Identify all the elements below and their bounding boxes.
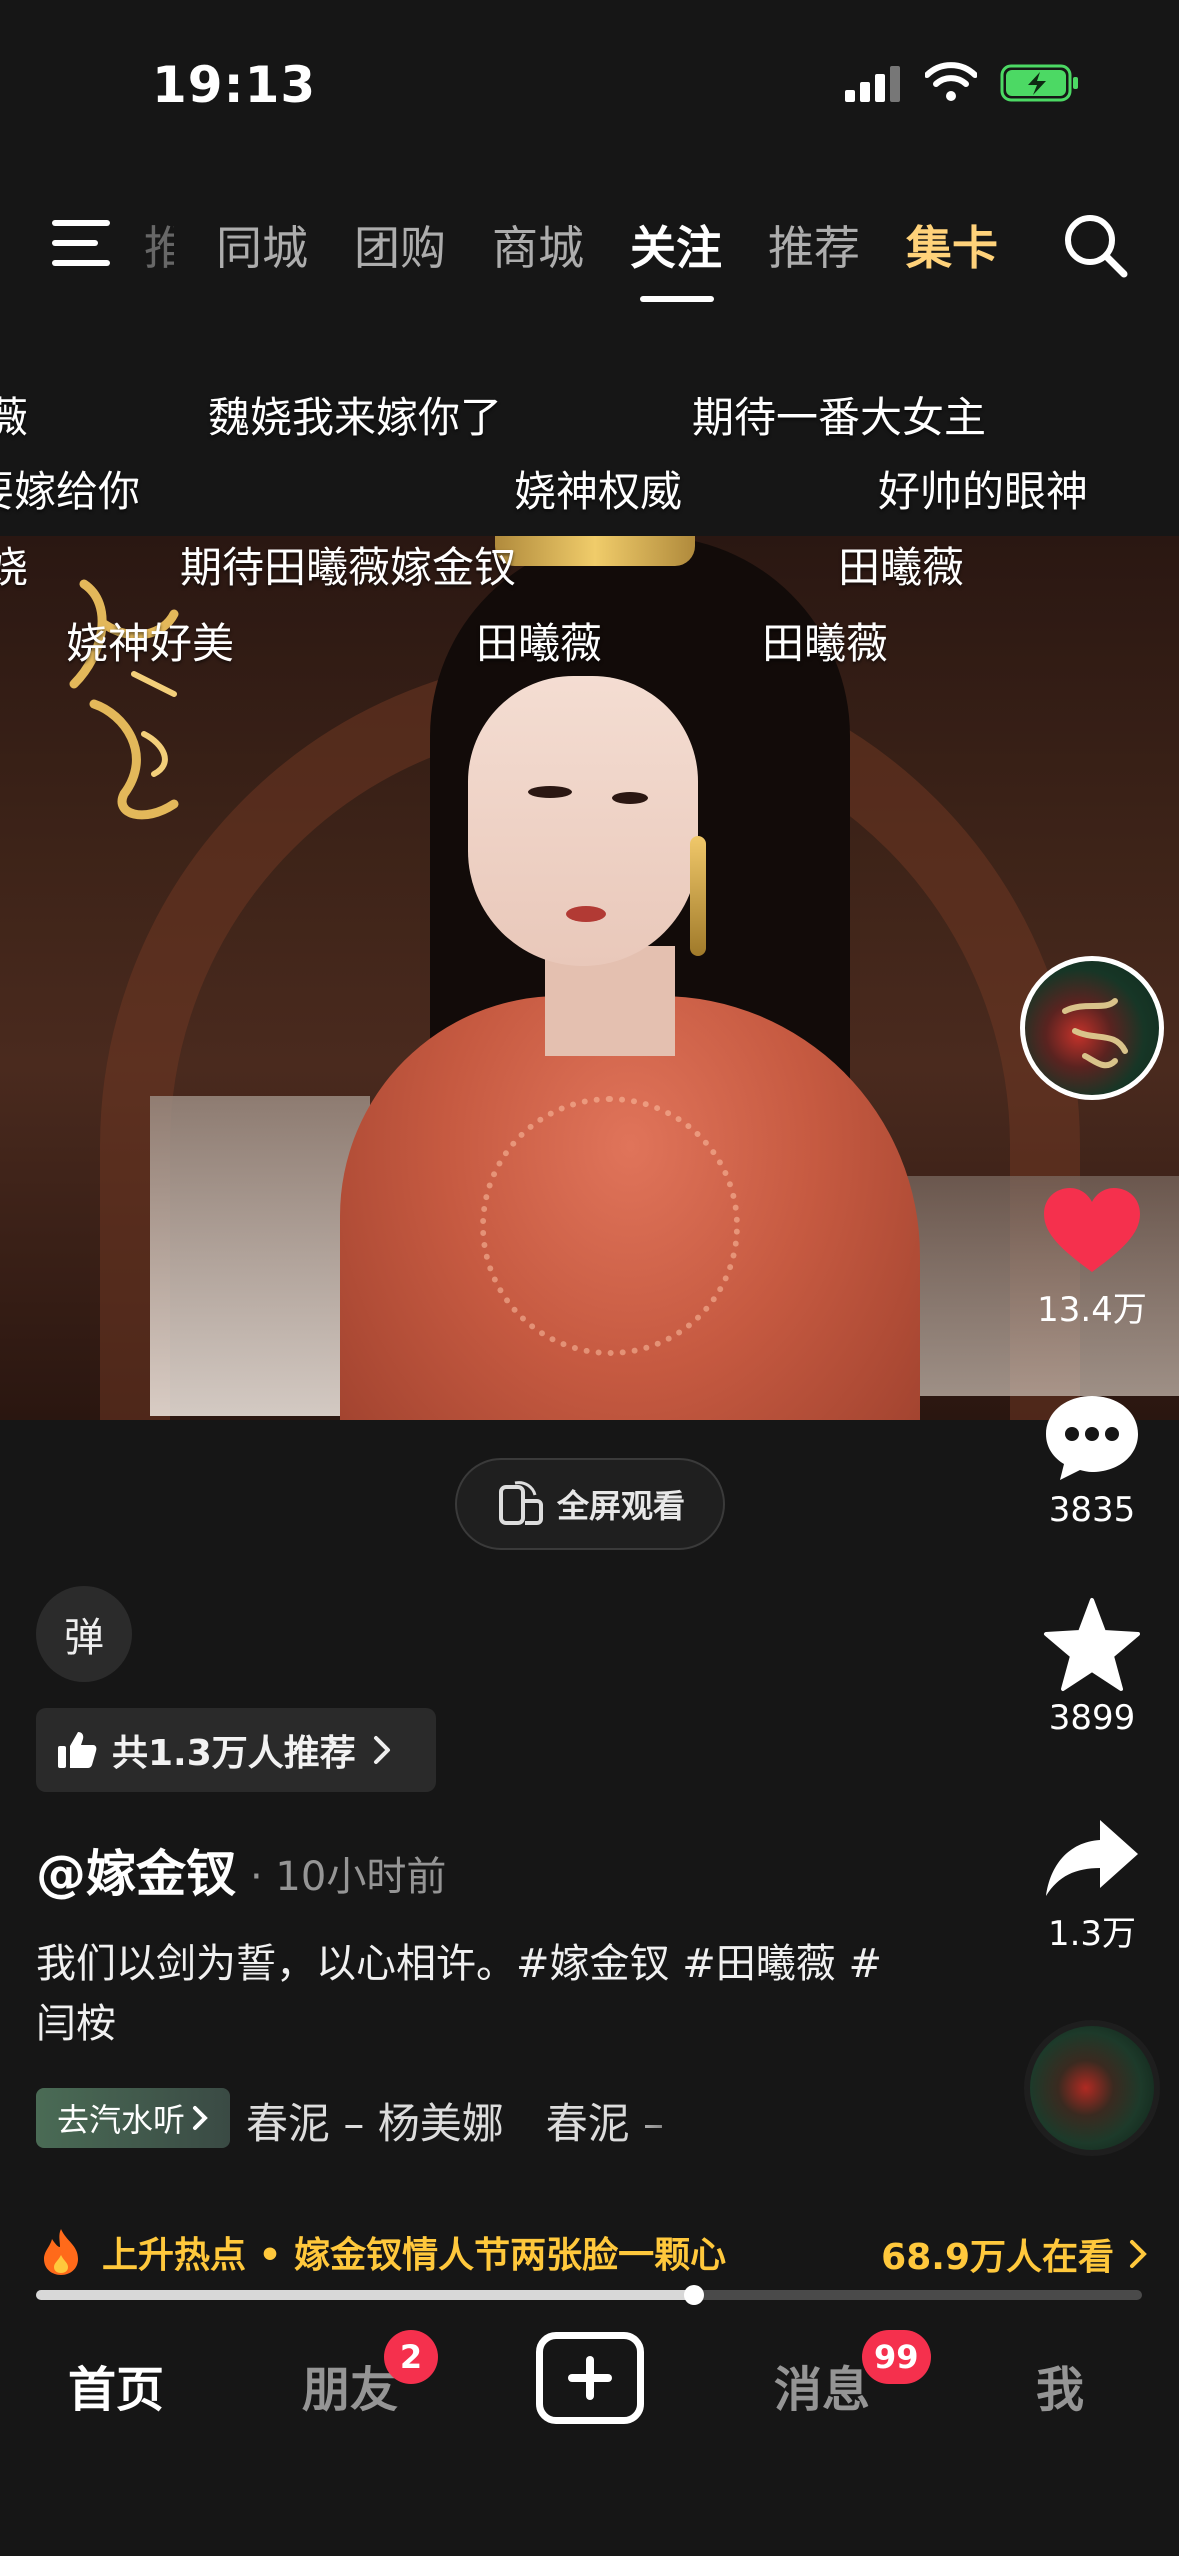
hot-topic-text: 上升热点 • 嫁金钗情人节两张脸一颗心 <box>102 2235 727 2276</box>
danmaku-comment: 薇 <box>0 393 29 442</box>
music-disc[interactable] <box>1024 2020 1160 2156</box>
video-progress-bar[interactable] <box>36 2285 1142 2305</box>
tab-collect-cards[interactable]: 集卡 <box>906 212 998 278</box>
comment-button[interactable]: 3835 <box>1012 1392 1172 1530</box>
bottom-tab-me[interactable]: 我 <box>1036 2350 1084 2420</box>
wifi-icon <box>925 62 977 101</box>
danmaku-toggle-button[interactable]: 弹 <box>36 1586 132 1682</box>
post-caption[interactable]: 我们以剑为誓，以心相许。#嫁金钗 #田曦薇 #闫桉 <box>36 1934 896 2054</box>
active-tab-indicator <box>640 296 714 302</box>
danmaku-comment: 魏娆我来嫁你了 <box>208 393 503 442</box>
share-arrow-icon <box>1046 1820 1138 1896</box>
danmaku-comment: 期待田曦薇嫁金钗 <box>180 543 517 592</box>
search-icon[interactable] <box>1060 210 1130 280</box>
open-in-qishui-button[interactable]: 去汽水听 <box>36 2088 230 2148</box>
fullscreen-label: 全屏观看 <box>556 1487 685 1525</box>
tab-partial[interactable]: 推 <box>144 212 174 278</box>
danmaku-comment: 娆神权威 <box>514 467 683 516</box>
bottom-tab-messages[interactable]: 消息 <box>774 2350 870 2420</box>
hot-topic-bar[interactable]: 上升热点 • 嫁金钗情人节两张脸一颗心 68.9万人在看 <box>36 2222 1148 2282</box>
post-time: · 10小时前 <box>250 1854 447 1900</box>
plus-icon <box>568 2356 612 2400</box>
friends-badge: 2 <box>384 2330 438 2384</box>
chevron-right-icon <box>1130 2240 1147 2268</box>
danmaku-comment: 要嫁给你 <box>0 467 141 516</box>
video-progress-handle[interactable] <box>684 2285 705 2305</box>
messages-badge: 99 <box>862 2330 931 2384</box>
open-in-qishui-label: 去汽水听 <box>56 2101 185 2139</box>
danmaku-comment: 田曦薇 <box>762 619 889 668</box>
danmaku-comment: 田曦薇 <box>838 543 965 592</box>
cellular-signal-icon <box>845 66 900 102</box>
heart-icon <box>1044 1188 1140 1272</box>
share-button[interactable]: 1.3万 <box>1012 1816 1172 1955</box>
tab-group-buy[interactable]: 团购 <box>354 212 446 278</box>
music-title[interactable]: 春泥 – 杨美娜 春泥 – <box>246 2090 716 2151</box>
bottom-tab-home[interactable]: 首页 <box>68 2350 164 2420</box>
tab-recommend[interactable]: 推荐 <box>768 212 860 278</box>
tab-following[interactable]: 关注 <box>630 212 722 278</box>
like-count: 13.4万 <box>1037 1290 1147 1330</box>
create-post-button[interactable] <box>536 2332 644 2424</box>
danmaku-toggle-label: 弹 <box>64 1615 104 1661</box>
danmaku-comment: 田曦薇 <box>476 619 603 668</box>
author-name[interactable]: @嫁金钗 <box>36 1834 236 1906</box>
fire-icon <box>44 2229 78 2275</box>
comment-count: 3835 <box>1048 1490 1136 1530</box>
danmaku-comment: 娆神好美 <box>66 619 235 668</box>
avatar-logo <box>1062 998 1128 1069</box>
menu-icon[interactable] <box>52 218 116 268</box>
tab-city[interactable]: 同城 <box>216 212 308 278</box>
favorite-button[interactable]: 3899 <box>1012 1596 1172 1738</box>
like-button[interactable]: 13.4万 <box>1012 1186 1172 1331</box>
author-avatar[interactable] <box>1020 956 1164 1100</box>
watching-count: 68.9万人在看 <box>881 2228 1148 2280</box>
danmaku-comment: 好帅的眼神 <box>878 467 1089 516</box>
fullscreen-button[interactable]: 全屏观看 <box>455 1458 725 1550</box>
status-time: 19:13 <box>152 56 317 114</box>
video-progress-fill <box>36 2290 695 2300</box>
favorite-count: 3899 <box>1048 1698 1136 1738</box>
recommend-count-text: 共1.3万人推荐 <box>112 1733 356 1774</box>
danmaku-comment: 娆 <box>0 543 29 592</box>
watching-count-text: 68.9万人在看 <box>881 2237 1114 2278</box>
show-title-logo <box>69 579 179 820</box>
thumbs-up-icon <box>58 1732 97 1768</box>
chevron-right-icon <box>193 2106 208 2130</box>
rotate-screen-icon <box>498 1481 543 1525</box>
share-count: 1.3万 <box>1047 1914 1137 1954</box>
chevron-right-icon <box>373 1736 390 1764</box>
comment-icon <box>1046 1396 1138 1480</box>
tab-mall[interactable]: 商城 <box>492 212 584 278</box>
recommend-count-button[interactable]: 共1.3万人推荐 <box>36 1708 436 1792</box>
battery-charging-icon <box>1000 64 1078 102</box>
danmaku-comment: 期待一番大女主 <box>692 393 987 442</box>
star-icon <box>1044 1598 1140 1691</box>
